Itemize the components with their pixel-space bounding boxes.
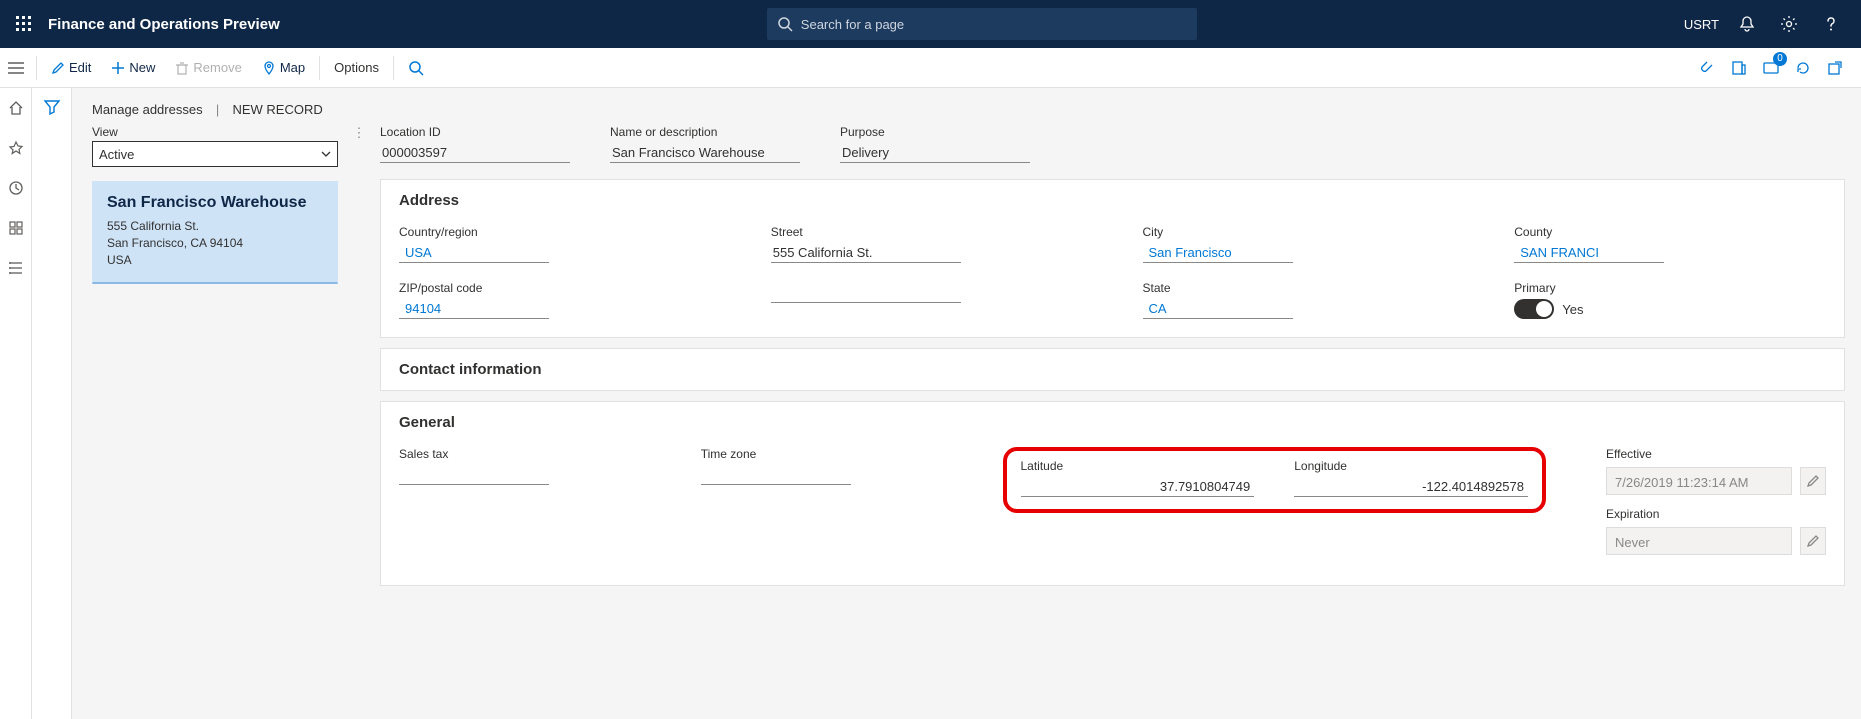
form-area: Location ID 000003597 Name or descriptio… [380,125,1845,596]
app-title: Finance and Operations Preview [48,16,280,33]
section-address: Address Country/regionUSA Street555 Cali… [380,179,1845,338]
location-id-field: Location ID 000003597 [380,125,570,163]
section-general-header[interactable]: General [381,402,1844,443]
country-field[interactable]: USA [399,241,549,263]
name-value[interactable]: San Francisco Warehouse [610,141,800,163]
purpose-value[interactable]: Delivery [840,141,1030,163]
effective-field: 7/26/2019 11:23:14 AM [1606,467,1792,495]
view-label: View [92,125,338,139]
purpose-field: Purpose Delivery [840,125,1030,163]
breadcrumb-record: NEW RECORD [232,102,322,117]
messages-icon[interactable]: 0 [1759,56,1783,80]
list-panel: View Active San Francisco Warehouse 555 … [92,125,338,284]
chevron-down-icon [321,149,331,159]
refresh-icon[interactable] [1791,56,1815,80]
edit-button[interactable]: Edit [41,48,101,88]
lat-lon-highlight: Latitude37.7910804749 Longitude-122.4014… [1003,447,1547,513]
search-icon [408,60,424,76]
options-button[interactable]: Options [324,48,389,88]
nav-recent-icon[interactable] [4,176,28,200]
location-id-value[interactable]: 000003597 [380,141,570,163]
action-search-button[interactable] [398,60,434,76]
plus-icon [111,61,125,75]
map-button[interactable]: Map [252,48,315,88]
title-bar: Finance and Operations Preview Search fo… [0,0,1861,48]
section-address-header[interactable]: Address [381,180,1844,221]
filter-icon[interactable] [43,98,61,719]
map-pin-icon [262,61,276,75]
section-contact-header[interactable]: Contact information [381,349,1844,390]
card-line3: USA [107,252,323,269]
filter-column [32,88,72,719]
summary-row: Location ID 000003597 Name or descriptio… [380,125,1845,163]
expiration-edit-button[interactable] [1800,527,1826,555]
global-search-placeholder: Search for a page [801,17,904,32]
splitter[interactable]: ⋮ [356,125,362,141]
effective-edit-button[interactable] [1800,467,1826,495]
main: Manage addresses | NEW RECORD View Activ… [0,88,1861,719]
primary-toggle[interactable]: Yes [1514,299,1826,319]
zip-field[interactable]: 94104 [399,297,549,319]
nav-rail [0,88,32,719]
messages-badge: 0 [1773,52,1787,66]
card-title: San Francisco Warehouse [107,194,323,212]
timezone-field[interactable] [701,463,851,485]
breadcrumb: Manage addresses | NEW RECORD [72,88,1861,125]
longitude-field[interactable]: -122.4014892578 [1294,475,1528,497]
global-search[interactable]: Search for a page [767,8,1197,40]
waffle-icon[interactable] [8,8,40,40]
card-line2: San Francisco, CA 94104 [107,235,323,252]
office-icon[interactable] [1727,56,1751,80]
action-bar: Edit New Remove Map Options 0 [0,48,1861,88]
salestax-field[interactable] [399,463,549,485]
search-icon [777,16,793,32]
pencil-icon [1806,534,1820,548]
nav-home-icon[interactable] [4,96,28,120]
county-field[interactable]: SAN FRANCI [1514,241,1664,263]
trash-icon [175,61,189,75]
new-button[interactable]: New [101,48,165,88]
remove-button: Remove [165,48,251,88]
popout-icon[interactable] [1823,56,1847,80]
nav-favorites-icon[interactable] [4,136,28,160]
page: Manage addresses | NEW RECORD View Activ… [72,88,1861,719]
legal-entity[interactable]: USRT [1684,17,1719,32]
help-icon[interactable] [1817,10,1845,38]
latitude-field[interactable]: 37.7910804749 [1021,475,1255,497]
name-field: Name or description San Francisco Wareho… [610,125,800,163]
notifications-icon[interactable] [1733,10,1761,38]
hamburger-icon[interactable] [0,61,32,75]
street-field-2[interactable] [771,281,961,303]
toggle-switch-icon [1514,299,1554,319]
breadcrumb-page[interactable]: Manage addresses [92,102,203,117]
view-value: Active [99,147,134,162]
nav-modules-icon[interactable] [4,256,28,280]
state-field[interactable]: CA [1143,297,1293,319]
pencil-icon [51,61,65,75]
attachments-icon[interactable] [1695,56,1719,80]
pencil-icon [1806,474,1820,488]
card-line1: 555 California St. [107,218,323,235]
settings-icon[interactable] [1775,10,1803,38]
address-card[interactable]: San Francisco Warehouse 555 California S… [92,181,338,284]
view-dropdown[interactable]: Active [92,141,338,167]
section-general: General Sales tax Time zone Latitude37.7… [380,401,1845,586]
city-field[interactable]: San Francisco [1143,241,1293,263]
nav-workspaces-icon[interactable] [4,216,28,240]
section-contact: Contact information [380,348,1845,391]
expiration-field: Never [1606,527,1792,555]
street-field[interactable]: 555 California St. [771,241,961,263]
